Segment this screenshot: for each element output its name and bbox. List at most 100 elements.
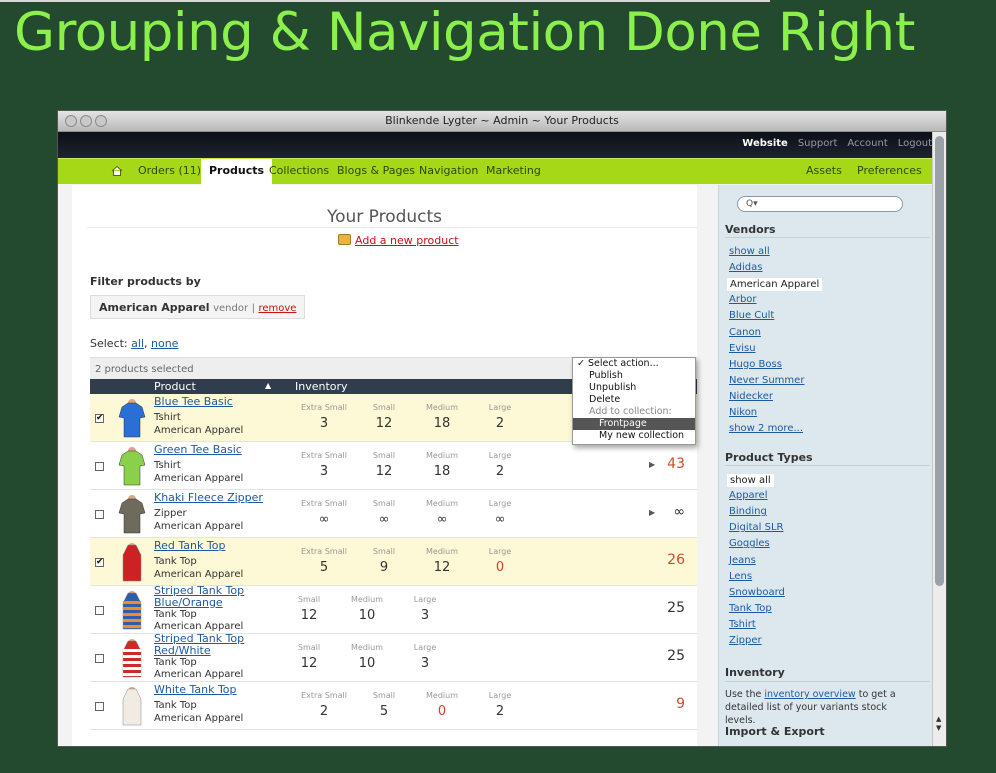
row-checkbox[interactable] [95, 702, 104, 711]
vendor-link-hugo-boss[interactable]: Hugo Boss [729, 359, 782, 370]
sidebar-search-input[interactable]: Q▾ [737, 196, 903, 212]
expand-arrow-icon[interactable]: ▶ [649, 460, 655, 469]
variant-label: Large [488, 691, 512, 700]
menu-item-publish[interactable]: Publish [573, 370, 695, 382]
vertical-scrollbar[interactable]: ▲ ▼ [932, 132, 946, 746]
sidebar: Q▾ Vendors show all Adidas American Appare… [718, 185, 933, 746]
window-titlebar: Blinkende Lygter ~ Admin ~ Your Products [58, 111, 946, 132]
scroll-down-arrow-icon[interactable]: ▼ [936, 724, 941, 732]
tab-assets[interactable]: Assets [806, 164, 842, 177]
title-divider [87, 227, 697, 228]
table-row[interactable]: Striped Tank Top Red/White Tank Top Americ… [90, 633, 697, 682]
vendor-link-adidas[interactable]: Adidas [729, 262, 762, 273]
row-checkbox[interactable] [95, 510, 104, 519]
vendor-link-blue-cult[interactable]: Blue Cult [729, 310, 774, 321]
row-checkbox[interactable] [95, 606, 104, 615]
column-inventory[interactable]: Inventory [295, 380, 348, 393]
select-all-link[interactable]: all [131, 337, 144, 350]
type-link-jeans[interactable]: Jeans [729, 555, 756, 566]
table-row[interactable]: Khaki Fleece Zipper Zipper American Appare… [90, 490, 697, 538]
product-name-link[interactable]: Striped Tank Top Blue/Orange [154, 585, 294, 609]
type-link-goggles[interactable]: Goggles [729, 538, 770, 549]
home-icon[interactable] [111, 165, 123, 177]
inventory-description: Use the inventory overview to get a deta… [725, 689, 896, 726]
inventory-divider [725, 681, 930, 682]
table-row[interactable]: ✔ Red Tank Top Tank Top American Apparel Ext… [90, 538, 697, 586]
row-checkbox[interactable] [95, 462, 104, 471]
type-link-show-all[interactable]: show all [727, 474, 774, 487]
product-name-link[interactable]: Striped Tank Top Red/White [154, 633, 294, 657]
product-name-link[interactable]: Green Tee Basic [154, 444, 294, 456]
tab-blogs-pages[interactable]: Blogs & Pages [337, 164, 415, 177]
menu-item-my-new-collection[interactable]: My new collection [573, 430, 695, 442]
tab-collections[interactable]: Collections [269, 164, 329, 177]
row-checkbox[interactable] [95, 654, 104, 663]
menu-item-delete[interactable]: Delete [573, 394, 695, 406]
type-link-digital-slr[interactable]: Digital SLR [729, 522, 783, 533]
type-link-binding[interactable]: Binding [729, 506, 767, 517]
type-link-zipper[interactable]: Zipper [729, 635, 762, 646]
menu-item-frontpage[interactable]: Frontpage [573, 418, 695, 430]
bulk-action-menu[interactable]: ✓ Select action... Publish Unpublish Del… [572, 357, 696, 445]
product-name-link[interactable]: Blue Tee Basic [154, 396, 294, 408]
variant-label: Large [488, 499, 512, 508]
menu-item-select-action[interactable]: ✓ Select action... [573, 358, 695, 370]
product-name-link[interactable]: Khaki Fleece Zipper [154, 492, 294, 504]
vendor-link-canon[interactable]: Canon [729, 327, 761, 338]
type-link-lens[interactable]: Lens [729, 571, 752, 582]
variant-quantity: 5 [319, 560, 329, 575]
type-link-snowboard[interactable]: Snowboard [729, 587, 785, 598]
variant-quantity: 0 [495, 560, 505, 575]
topnav-website-link[interactable]: Website [742, 138, 788, 149]
variant-quantity: 5 [379, 704, 389, 719]
type-link-tank-top[interactable]: Tank Top [729, 603, 772, 614]
variant-stock-cell: Large 2 [470, 451, 530, 479]
vendor-link-evisu[interactable]: Evisu [729, 343, 756, 354]
vendor-link-never-summer[interactable]: Never Summer [729, 375, 804, 386]
table-row[interactable]: Green Tee Basic Tshirt American Apparel Ext… [90, 442, 697, 490]
inventory-overview-link[interactable]: inventory overview [764, 689, 855, 700]
type-link-tshirt[interactable]: Tshirt [729, 619, 756, 630]
table-row[interactable]: Striped Tank Top Blue/Orange Tank Top Amer… [90, 585, 697, 634]
topnav-account-link[interactable]: Account [847, 138, 887, 149]
variant-quantity: 3 [319, 464, 329, 479]
topnav-support-link[interactable]: Support [798, 138, 838, 149]
tab-products[interactable]: Products [201, 159, 273, 185]
expand-arrow-icon[interactable]: ▶ [649, 508, 655, 517]
tab-preferences[interactable]: Preferences [857, 164, 922, 177]
select-none-link[interactable]: none [151, 337, 178, 350]
scrollbar-thumb[interactable] [935, 136, 944, 586]
filter-separator: | [251, 303, 255, 314]
main-tab-bar: Orders (11) Products Collections Blogs &… [58, 158, 946, 185]
variant-quantity: ∞ [494, 512, 506, 527]
vendor-link-arbor[interactable]: Arbor [729, 294, 757, 305]
variant-stock-cell: Large 2 [470, 691, 530, 719]
product-name-link[interactable]: White Tank Top [154, 684, 294, 696]
variant-stock-cell: Small ∞ [354, 499, 414, 527]
sort-asc-icon[interactable]: ▲ [265, 381, 271, 390]
tab-orders[interactable]: Orders (11) [138, 164, 201, 177]
stock-total: 43 [667, 456, 685, 472]
vendor-link-american-apparel[interactable]: American Apparel [727, 278, 823, 292]
topnav-logout-link[interactable]: Logout [898, 138, 932, 149]
menu-group-add-to-collection: Add to collection: [589, 406, 672, 417]
tab-navigation[interactable]: Navigation [419, 164, 478, 177]
vendor-link-nidecker[interactable]: Nidecker [729, 391, 773, 402]
vendor-link-show-2-more[interactable]: show 2 more... [729, 423, 803, 434]
row-checkbox[interactable]: ✔ [95, 414, 104, 423]
tab-marketing[interactable]: Marketing [486, 164, 541, 177]
table-row[interactable]: White Tank Top Tank Top American Apparel Ex… [90, 682, 697, 730]
vendor-link-nikon[interactable]: Nikon [729, 407, 757, 418]
type-link-apparel[interactable]: Apparel [729, 490, 768, 501]
filter-kind: vendor [213, 303, 249, 314]
remove-filter-link[interactable]: remove [258, 303, 296, 314]
row-checkbox[interactable]: ✔ [95, 558, 104, 567]
add-product-link[interactable]: Add a new product [338, 234, 459, 247]
stock-total: 25 [667, 648, 685, 664]
product-name-link[interactable]: Red Tank Top [154, 540, 294, 552]
variant-label: Extra Small [301, 403, 347, 412]
menu-item-unpublish[interactable]: Unpublish [573, 382, 695, 394]
scroll-up-arrow-icon[interactable]: ▲ [936, 715, 941, 723]
vendor-link-show-all[interactable]: show all [729, 246, 770, 257]
column-product[interactable]: Product [154, 380, 196, 393]
